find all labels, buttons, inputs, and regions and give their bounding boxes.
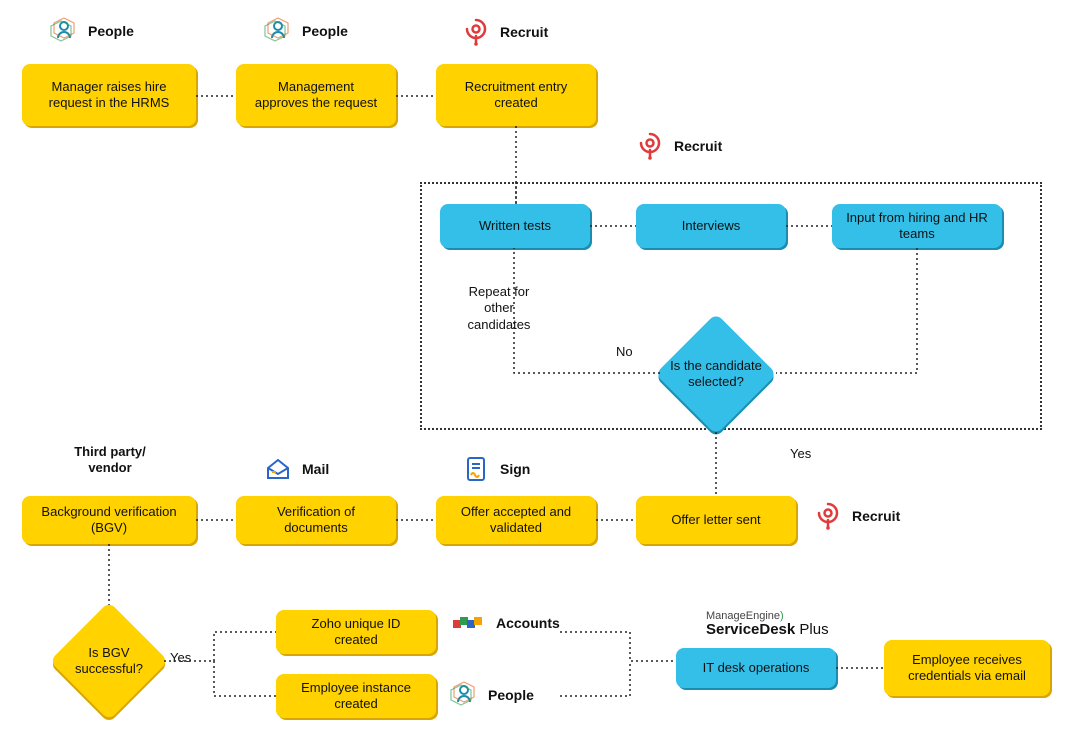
sign-icon	[460, 454, 492, 484]
node-written-tests: Written tests	[440, 204, 590, 248]
node-verification-docs: Verification of documents	[236, 496, 396, 544]
recruit-label-2: Recruit	[674, 138, 722, 154]
people-icon	[262, 16, 294, 46]
node-offer-letter-sent: Offer letter sent	[636, 496, 796, 544]
people-icon	[448, 680, 480, 710]
accounts-heading: Accounts	[448, 614, 560, 632]
people-label-2: People	[302, 23, 348, 39]
recruit-label-3: Recruit	[852, 508, 900, 524]
edge-label-no: No	[616, 344, 633, 360]
node-employee-credentials: Employee receives credentials via email	[884, 640, 1050, 696]
people-label-3: People	[488, 687, 534, 703]
zoho-icon	[448, 614, 488, 632]
mail-label: Mail	[302, 461, 329, 477]
node-it-desk-operations: IT desk operations	[676, 648, 836, 688]
people-label-1: People	[88, 23, 134, 39]
recruit-heading-1: Recruit	[460, 16, 548, 48]
edge-label-yes2: Yes	[170, 650, 191, 666]
people-icon	[48, 16, 80, 46]
sign-heading: Sign	[460, 454, 530, 484]
edge-label-yes1: Yes	[790, 446, 811, 462]
recruit-icon	[634, 130, 666, 162]
node-bgv: Background verification (BGV)	[22, 496, 196, 544]
people-heading-3: People	[448, 680, 534, 710]
node-recruitment-entry: Recruitment entry created	[436, 64, 596, 126]
node-manager-raises-request: Manager raises hire request in the HRMS	[22, 64, 196, 126]
accounts-label: Accounts	[496, 615, 560, 631]
mail-icon	[262, 454, 294, 484]
thirdparty-heading: Third party/vendor	[60, 444, 160, 477]
decision-candidate-selected: Is the candidate selected?	[656, 314, 776, 434]
node-employee-instance: Employee instance created	[276, 674, 436, 718]
mail-heading: Mail	[262, 454, 329, 484]
people-heading-1: People	[48, 16, 134, 46]
sign-label: Sign	[500, 461, 530, 477]
recruit-heading-2: Recruit	[634, 130, 722, 162]
edge-label-repeat: Repeat for other candidates	[454, 284, 544, 333]
node-zoho-id-created: Zoho unique ID created	[276, 610, 436, 654]
node-offer-accepted: Offer accepted and validated	[436, 496, 596, 544]
recruit-heading-3: Recruit	[812, 500, 900, 532]
recruit-label-1: Recruit	[500, 24, 548, 40]
people-heading-2: People	[262, 16, 348, 46]
node-interviews: Interviews	[636, 204, 786, 248]
servicedesk-brand: ManageEngine) ServiceDesk Plus	[706, 610, 829, 639]
recruit-icon	[812, 500, 844, 532]
node-input-hiring-hr: Input from hiring and HR teams	[832, 204, 1002, 248]
recruit-icon	[460, 16, 492, 48]
decision-bgv-successful: Is BGV successful?	[50, 602, 168, 720]
node-management-approves: Management approves the request	[236, 64, 396, 126]
